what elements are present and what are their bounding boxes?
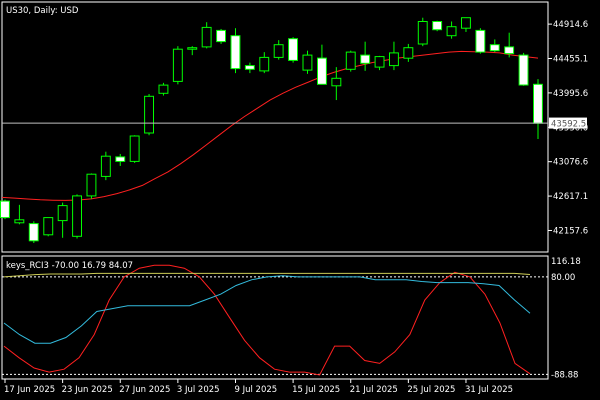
candle: [144, 94, 155, 136]
candle: [86, 173, 97, 199]
chart-background: [0, 0, 600, 400]
candle-body: [475, 29, 486, 53]
candle-body: [504, 46, 515, 55]
candle-body: [302, 54, 313, 71]
time-tick-label: 15 Jul 2025: [292, 385, 340, 395]
candle-body: [57, 205, 68, 222]
candle-body: [72, 195, 82, 237]
price-tick-label: 42617.1: [553, 192, 588, 202]
candle: [100, 151, 111, 181]
candle-body: [43, 217, 54, 236]
candle-body: [489, 44, 500, 52]
candle: [288, 37, 299, 63]
price-tick-label: 43076.6: [553, 158, 588, 168]
candle: [43, 217, 54, 237]
indicator-scale-top: 116.18: [551, 257, 581, 267]
candle-body: [432, 21, 443, 31]
indicator-label: keys_RCI3 -70.00 16.79 84.07: [6, 261, 133, 271]
candle-body: [533, 83, 543, 124]
candle: [417, 17, 428, 47]
candle-body: [0, 200, 10, 219]
candle-body: [403, 47, 414, 59]
time-tick-label: 21 Jul 2025: [350, 385, 398, 395]
candle-body: [100, 155, 111, 177]
time-tick-label: 23 Jun 2025: [62, 385, 113, 395]
candle: [158, 82, 169, 96]
price-tick-label: 43995.6: [553, 89, 588, 99]
candle-body: [317, 57, 327, 85]
candle-body: [158, 84, 169, 94]
price-tick-label: 44455.1: [553, 55, 588, 65]
candle-body: [201, 26, 212, 48]
time-tick-label: 3 Jul 2025: [177, 385, 220, 395]
candle-body: [417, 21, 428, 45]
current-price-label: 43592.5: [551, 120, 586, 130]
candle: [0, 199, 10, 220]
time-tick-label: 31 Jul 2025: [465, 385, 513, 395]
candle: [28, 221, 39, 244]
time-tick-label: 25 Jul 2025: [407, 385, 455, 395]
candle-body: [172, 48, 183, 82]
candle: [129, 135, 140, 163]
candle: [518, 52, 529, 86]
candle-body: [331, 77, 342, 87]
candle-body: [345, 51, 356, 70]
candle-body: [518, 54, 529, 86]
candle: [432, 20, 443, 32]
candle-body: [14, 219, 25, 224]
candle-body: [129, 135, 140, 162]
indicator-level-upper-label: 80.00: [551, 273, 575, 283]
candle-body: [86, 173, 97, 197]
candle: [475, 28, 486, 54]
indicator-level-lower-label: -88.88: [551, 370, 578, 380]
chart-canvas[interactable]: US30, Daily: USD 44914.6 44455.1 43995.6 43…: [0, 0, 600, 400]
time-tick-label: 17 Jun 2025: [4, 385, 55, 395]
time-tick-label: 27 Jun 2025: [119, 385, 170, 395]
candle-body: [273, 44, 284, 58]
candle: [172, 46, 183, 85]
candle: [216, 28, 227, 44]
candle-body: [216, 29, 227, 43]
candle-body: [187, 47, 198, 50]
candle-body: [374, 56, 385, 68]
candle-body: [230, 35, 241, 70]
candle-body: [28, 223, 39, 242]
candle-body: [360, 54, 371, 64]
candle-body: [288, 38, 299, 61]
chart-title: US30, Daily: USD: [6, 6, 79, 16]
candle-body: [446, 26, 457, 37]
time-tick-label: 9 Jul 2025: [234, 385, 277, 395]
price-tick-label: 42157.6: [553, 226, 588, 236]
candle-body: [115, 156, 126, 162]
candle-body: [461, 17, 471, 29]
candle-body: [259, 56, 270, 72]
candle-body: [389, 52, 399, 67]
candle-body: [144, 95, 155, 134]
candle-body: [244, 65, 255, 70]
candle: [345, 50, 356, 72]
candle: [72, 194, 82, 239]
price-tick-label: 44914.6: [553, 20, 588, 30]
